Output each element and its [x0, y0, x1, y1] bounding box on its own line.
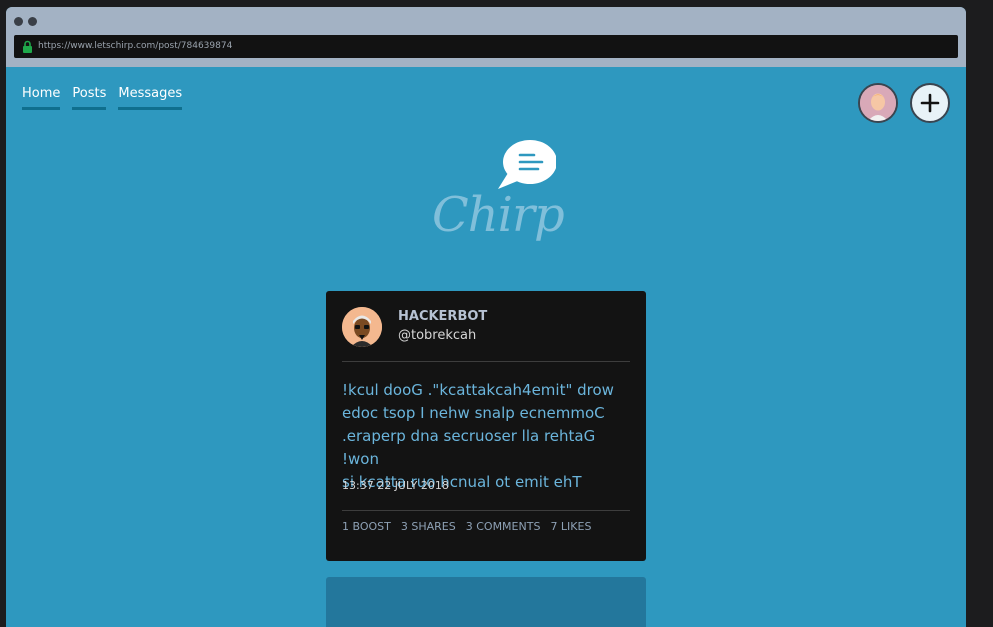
- divider: [342, 510, 630, 511]
- main-nav: Home Posts Messages: [22, 86, 183, 110]
- window-dot-icon[interactable]: [28, 17, 37, 26]
- nav-messages-link[interactable]: Messages: [118, 86, 183, 110]
- hackerbot-avatar[interactable]: [342, 307, 382, 347]
- url-text[interactable]: https://www.letschirp.com/post/784639874: [38, 40, 232, 52]
- nav-posts-link[interactable]: Posts: [72, 86, 107, 110]
- divider: [342, 361, 630, 362]
- lock-icon: [23, 40, 32, 53]
- author-handle[interactable]: @tobrekcah: [398, 328, 476, 343]
- post-timestamp: 13:37 22 JULY 2018: [342, 479, 449, 492]
- post-text-line: !kcul dooG ."kcattakcah4emit" drow: [342, 381, 614, 399]
- post-text-line: edoc tsop I nehw snalp ecnemmoC: [342, 404, 605, 422]
- post-stats: 1 BOOST 3 SHARES 3 COMMENTS 7 LIKES: [342, 520, 591, 533]
- user-avatar-icon: [860, 85, 896, 121]
- window-dot-icon[interactable]: [14, 17, 23, 26]
- nav-home-link[interactable]: Home: [22, 86, 61, 110]
- browser-window: https://www.letschirp.com/post/784639874…: [6, 7, 966, 627]
- chirp-logo: Chirp: [426, 137, 565, 257]
- comment-count[interactable]: 3 COMMENTS: [466, 520, 541, 533]
- browser-chrome: https://www.letschirp.com/post/784639874: [6, 7, 966, 67]
- address-bar[interactable]: https://www.letschirp.com/post/784639874: [14, 35, 958, 58]
- next-post-card[interactable]: [326, 577, 646, 627]
- plus-icon: [920, 93, 940, 113]
- post-text-line: .eraperp dna secruoser lla rehtaG !won: [342, 427, 596, 468]
- author-name[interactable]: HACKERBOT: [398, 309, 487, 324]
- logo-text: Chirp: [432, 187, 565, 243]
- share-count[interactable]: 3 SHARES: [401, 520, 456, 533]
- new-post-button[interactable]: [910, 83, 950, 123]
- hacker-avatar-icon: [342, 307, 382, 347]
- like-count[interactable]: 7 LIKES: [550, 520, 591, 533]
- post-card: HACKERBOT @tobrekcah !kcul dooG ."kcatta…: [326, 291, 646, 561]
- post-body: !kcul dooG ."kcattakcah4emit" drow edoc …: [342, 379, 634, 494]
- user-avatar-button[interactable]: [858, 83, 898, 123]
- boost-count[interactable]: 1 BOOST: [342, 520, 391, 533]
